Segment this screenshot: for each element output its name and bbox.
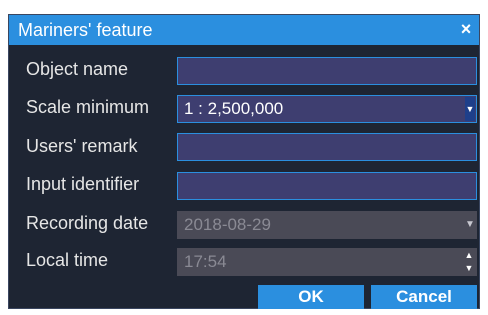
dialog-titlebar: Mariners' feature × — [9, 15, 479, 45]
object-name-label: Object name — [26, 59, 129, 79]
scale-minimum-select[interactable]: 1 : 2,500,000 ▼ — [177, 95, 477, 123]
close-icon[interactable]: × — [457, 18, 475, 40]
recording-date-select: 2018-08-29 ▼ — [177, 211, 477, 239]
local-time-spinbox: 17:54 ▲ ▼ — [177, 248, 477, 276]
spin-up-icon: ▲ — [464, 250, 474, 260]
scale-minimum-value: 1 : 2,500,000 — [184, 99, 284, 118]
ok-button[interactable]: OK — [258, 285, 364, 309]
input-identifier-input[interactable] — [177, 172, 477, 200]
chevron-down-icon[interactable]: ▼ — [465, 97, 475, 121]
local-time-value: 17:54 — [184, 252, 227, 271]
users-remark-input[interactable] — [177, 133, 477, 161]
scale-minimum-label: Scale minimum — [26, 97, 150, 117]
chevron-down-icon: ▼ — [465, 219, 475, 230]
spin-down-icon: ▼ — [464, 263, 474, 273]
mariners-feature-dialog: Mariners' feature × Object name Scale mi… — [8, 14, 480, 309]
recording-date-label: Recording date — [26, 213, 149, 233]
local-time-label: Local time — [26, 250, 109, 270]
users-remark-label: Users' remark — [26, 136, 138, 156]
input-identifier-label: Input identifier — [26, 174, 140, 194]
object-name-input[interactable] — [177, 57, 477, 85]
cancel-button[interactable]: Cancel — [371, 285, 477, 309]
time-spinner: ▲ ▼ — [463, 249, 475, 275]
recording-date-value: 2018-08-29 — [184, 215, 271, 234]
dialog-title: Mariners' feature — [18, 20, 153, 40]
